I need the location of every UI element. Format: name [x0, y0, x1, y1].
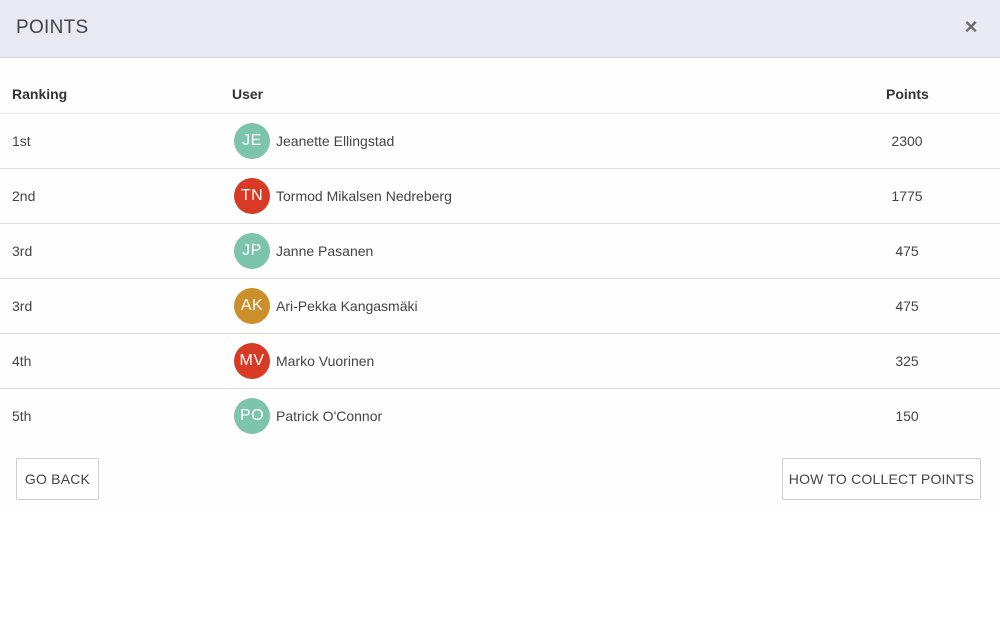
user-name: Jeanette Ellingstad: [276, 133, 395, 149]
points-cell: 2300: [891, 133, 923, 149]
table-header: Ranking User Points: [0, 58, 1000, 114]
how-to-collect-points-button[interactable]: HOW TO COLLECT POINTS: [782, 458, 981, 500]
rank-cell: 4th: [12, 353, 32, 369]
avatar: JP: [234, 233, 270, 269]
user-name: Tormod Mikalsen Nedreberg: [276, 188, 452, 204]
user-name: Marko Vuorinen: [276, 353, 375, 369]
dialog-title: POINTS: [16, 17, 89, 38]
table-row: 2nd TN Tormod Mikalsen Nedreberg 1775: [0, 169, 1000, 224]
close-icon[interactable]: ×: [962, 16, 980, 38]
rank-cell: 3rd: [12, 298, 33, 314]
points-cell: 475: [895, 298, 919, 314]
header-points: Points: [886, 86, 929, 102]
table-row: 1st JE Jeanette Ellingstad 2300: [0, 114, 1000, 169]
user-name: Patrick O'Connor: [276, 408, 383, 424]
rank-cell: 3rd: [12, 243, 33, 259]
dialog-header: POINTS ×: [0, 0, 1000, 58]
points-dialog: POINTS × Ranking User Points 1st JE Jean…: [0, 0, 1000, 512]
rank-cell: 5th: [12, 408, 32, 424]
points-cell: 325: [895, 353, 919, 369]
table-row: 3rd AK Ari-Pekka Kangasmäki 475: [0, 279, 1000, 334]
user-name: Ari-Pekka Kangasmäki: [276, 298, 418, 314]
table-row: 3rd JP Janne Pasanen 475: [0, 224, 1000, 279]
header-user: User: [232, 86, 264, 102]
points-table: Ranking User Points 1st JE Jeanette Elli…: [0, 58, 1000, 443]
rank-cell: 1st: [12, 133, 31, 149]
user-name: Janne Pasanen: [276, 243, 374, 259]
avatar: TN: [234, 178, 270, 214]
header-ranking: Ranking: [12, 86, 68, 102]
avatar: MV: [234, 343, 270, 379]
avatar: PO: [234, 398, 270, 434]
points-cell: 1775: [891, 188, 923, 204]
avatar: AK: [234, 288, 270, 324]
go-back-button[interactable]: GO BACK: [16, 458, 99, 500]
avatar: JE: [234, 123, 270, 159]
points-cell: 150: [895, 408, 919, 424]
points-cell: 475: [895, 243, 919, 259]
rank-cell: 2nd: [12, 188, 36, 204]
table-row: 4th MV Marko Vuorinen 325: [0, 334, 1000, 389]
table-row: 5th PO Patrick O'Connor 150: [0, 389, 1000, 443]
